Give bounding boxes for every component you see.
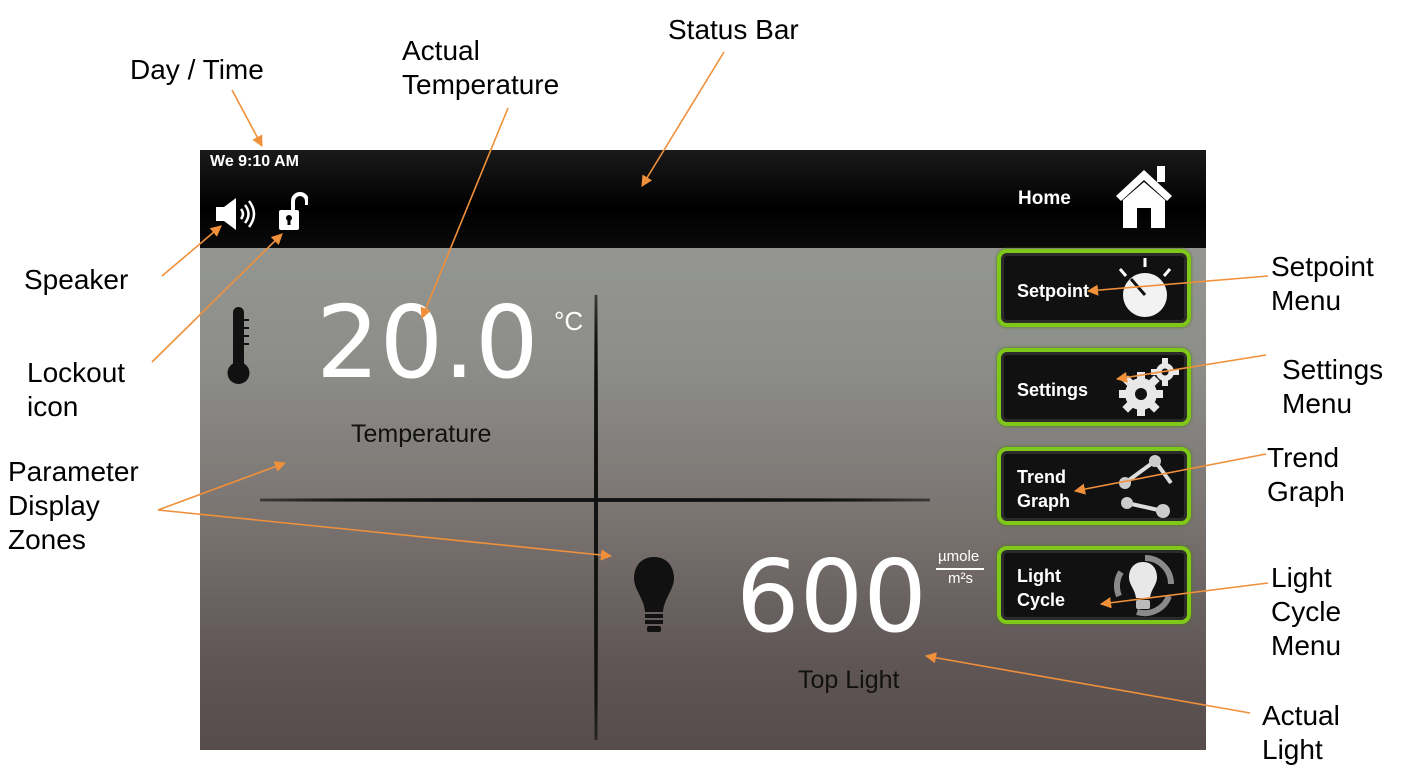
arrow-actual-temperature bbox=[420, 107, 509, 320]
arrow-actual-light bbox=[924, 652, 1251, 714]
arrow-day-time bbox=[231, 89, 263, 147]
arrow-lockout-icon bbox=[151, 233, 283, 363]
arrow-setpoint-menu bbox=[1086, 275, 1269, 296]
arrow-settings-menu bbox=[1115, 354, 1267, 383]
arrow-status-bar bbox=[641, 51, 725, 187]
arrow-parameter-zone-bottom bbox=[157, 509, 613, 561]
arrow-speaker bbox=[161, 225, 222, 277]
arrow-trend-graph bbox=[1073, 453, 1267, 495]
arrow-parameter-zone-top bbox=[157, 461, 287, 511]
arrow-light-cycle-menu bbox=[1099, 582, 1269, 609]
callout-arrows bbox=[151, 51, 1269, 714]
